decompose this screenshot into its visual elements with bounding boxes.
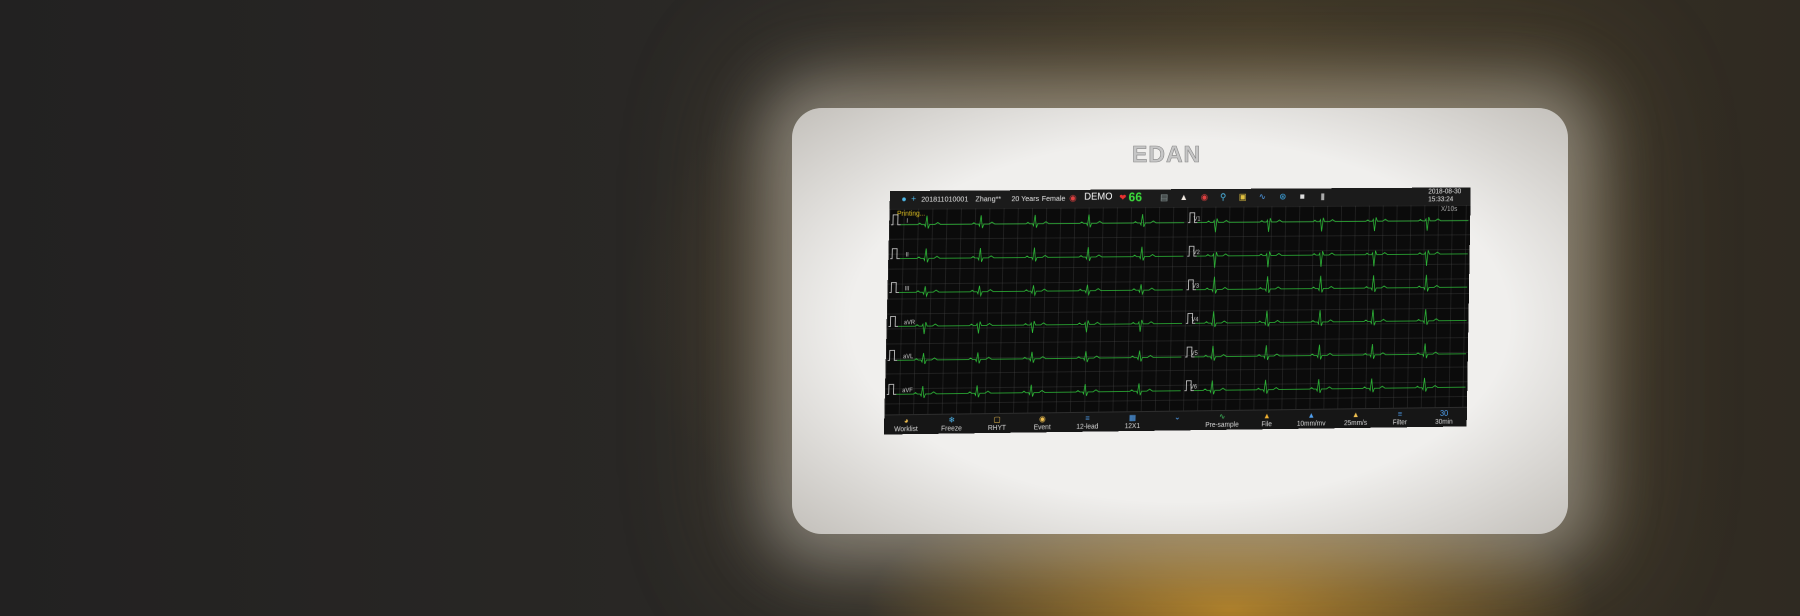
cal-pulse-right [1187, 246, 1197, 256]
shirt-icon: ▲ [1179, 192, 1189, 203]
patient-icon[interactable]: ● [899, 194, 909, 204]
ecg-trace-right [1194, 377, 1466, 394]
rhyt-button[interactable]: ▢ RHYT [974, 414, 1020, 435]
lock-icon: ■ [1299, 191, 1305, 202]
event-button[interactable]: ◉ Event [1019, 413, 1065, 434]
timer-icon: 30 [1439, 408, 1449, 418]
12x1-button[interactable]: ▦ 12X1 [1110, 412, 1156, 432]
toolbar-label: 30min [1435, 418, 1453, 426]
toolbar-label: 12X1 [1124, 423, 1141, 431]
patient-gender: Female [1041, 193, 1066, 203]
patient-age: 20 Years [1011, 194, 1040, 204]
cal-pulse-left [890, 214, 901, 226]
filter-button[interactable]: ≡ Filter [1377, 408, 1422, 428]
lead-icon: ≡ [1085, 413, 1090, 423]
search-icon[interactable]: ⚲ [1218, 192, 1228, 202]
ecg-trace-right [1196, 250, 1467, 268]
battery-icon: ▮ [1320, 191, 1326, 202]
heart-icon: ❤ [1119, 192, 1127, 203]
heart-rate: 66 [1128, 189, 1143, 205]
wifi-icon: ⊛ [1279, 191, 1287, 202]
worklist-button[interactable]: ◕ Worklist [884, 415, 929, 435]
toolbar-label: 10mm/mv [1296, 420, 1326, 428]
toolbar-label: Freeze [941, 425, 962, 433]
gain-icon: ▲ [1307, 410, 1316, 420]
toolbar-label: 12-lead [1076, 423, 1099, 431]
pills-icon: ◉ [1069, 192, 1077, 203]
30min-button[interactable]: 30 30min [1422, 408, 1467, 428]
ecg-trace-left [899, 284, 1183, 297]
ecg-trace-right [1194, 343, 1466, 361]
ecg-trace-right [1197, 217, 1468, 233]
layout-icon: ▦ [1128, 413, 1137, 423]
ecg-screen: ● + 201811010001 Zhang** 20 Years Female… [883, 187, 1471, 435]
file-button[interactable]: ▲ File [1244, 410, 1289, 430]
ecg-trace-left [900, 246, 1184, 262]
toolbar-label: Worklist [894, 426, 918, 434]
ecg-trace-left [898, 319, 1182, 334]
ecg-trace-left [900, 214, 1184, 229]
toolbar-label: File [1261, 421, 1272, 429]
toolbar-label: Event [1033, 424, 1051, 432]
cal-pulse-right [1186, 313, 1196, 323]
ecg-waveforms [884, 205, 1470, 415]
image-icon: ▣ [1238, 191, 1247, 202]
cal-pulse-right [1188, 213, 1198, 223]
pre-sample-button[interactable]: ∿ Pre-sample [1199, 411, 1244, 431]
cal-pulse-left [889, 248, 900, 259]
toolbar-label: 25mm/s [1343, 419, 1368, 428]
worklist-icon: ◕ [903, 416, 909, 426]
chevron-down-icon: ⌄ [1174, 412, 1181, 422]
network-icon: ▤ [1160, 192, 1169, 203]
cal-pulse-left [888, 350, 898, 360]
add-icon[interactable]: + [909, 194, 919, 204]
patient-id: 201811010001 [921, 194, 969, 204]
time: 15:33:24 [1428, 196, 1454, 204]
ecg-trace-right [1196, 274, 1468, 293]
more-button[interactable]: ⌄ [1155, 411, 1201, 431]
12-lead-button[interactable]: ≡ 12-lead [1065, 412, 1111, 433]
cal-pulse-left [888, 316, 898, 326]
10mm-mv-button[interactable]: ▲ 10mm/mv [1289, 410, 1334, 430]
mode-label: DEMO [1084, 191, 1113, 203]
cal-pulse-right [1185, 347, 1195, 357]
snowflake-icon: ❄ [948, 415, 956, 425]
ecg-trace-left [897, 350, 1181, 364]
cal-pulse-left [889, 283, 899, 293]
pills-icon: ◉ [1200, 191, 1209, 202]
date: 2018-08-30 [1428, 188, 1462, 196]
ecg-trace-right [1195, 309, 1467, 328]
cal-pulse-right [1187, 280, 1197, 290]
wave-icon: ∿ [1258, 191, 1266, 202]
toolbar-label: RHYT [987, 424, 1007, 433]
25mm-s-button[interactable]: ▲ 25mm/s [1333, 409, 1378, 429]
pin-icon: ◉ [1038, 414, 1046, 424]
patient-name: Zhang** [975, 194, 1002, 204]
toolbar-label: Filter [1392, 419, 1408, 427]
presample-icon: ∿ [1218, 411, 1226, 421]
toolbar-label: Pre-sample [1205, 421, 1239, 430]
ecg-trace-left [896, 383, 1181, 399]
rhythm-icon: ▢ [993, 414, 1001, 425]
cal-pulse-left [887, 384, 897, 394]
folder-icon: ▲ [1263, 411, 1271, 421]
speed-icon: ▲ [1351, 410, 1360, 420]
filter-icon: ≡ [1397, 409, 1403, 419]
freeze-button[interactable]: ❄ Freeze [928, 414, 974, 434]
date-time: 2018-08-30 15:33:24 [1428, 188, 1461, 204]
brand-logo: EDAN [1132, 141, 1202, 168]
cal-pulse-right [1184, 381, 1194, 391]
